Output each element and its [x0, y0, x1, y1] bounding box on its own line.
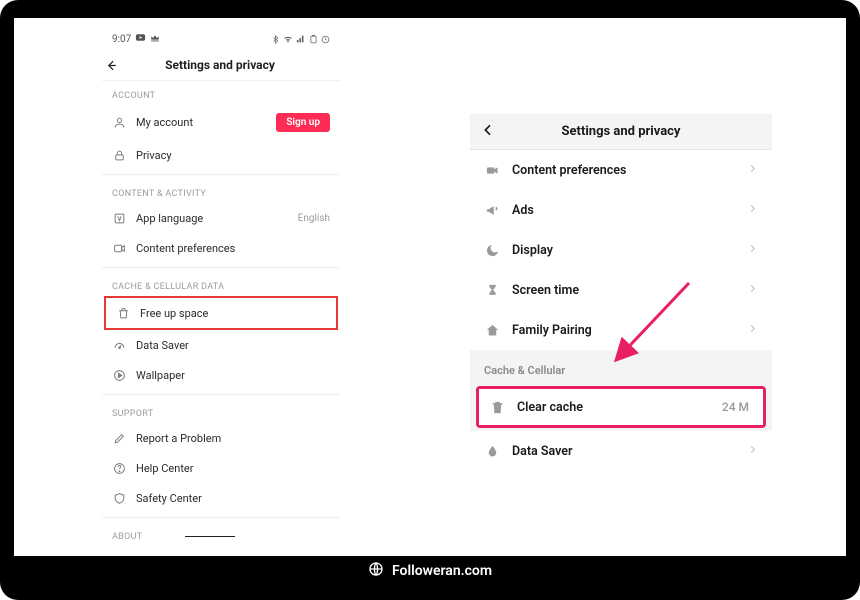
- help-icon: [112, 461, 126, 475]
- page-title: Settings and privacy: [110, 58, 330, 72]
- chevron-right-icon: [747, 243, 758, 258]
- home-icon: [484, 322, 500, 338]
- status-bar: 9:07: [102, 28, 340, 52]
- safety-center-label: Safety Center: [136, 492, 202, 505]
- play-circle-icon: [112, 368, 126, 382]
- section-cache-label: CACHE & CELLULAR DATA: [102, 272, 340, 296]
- footer-text: Followeran.com: [392, 563, 492, 579]
- youtube-icon: [135, 32, 146, 46]
- my-account-label: My account: [136, 116, 193, 129]
- chevron-right-icon: [747, 444, 758, 459]
- divider: [102, 394, 340, 395]
- water-drop-icon: [484, 443, 500, 459]
- cache-cellular-label: Cache & Cellular: [470, 350, 772, 383]
- content-preferences-row[interactable]: Content preferences: [470, 150, 772, 190]
- free-up-space-label: Free up space: [140, 307, 208, 320]
- wallpaper-row[interactable]: Wallpaper: [102, 360, 340, 390]
- right-page-title: Settings and privacy: [480, 124, 762, 139]
- app-language-value: English: [298, 213, 330, 224]
- display-row[interactable]: Display: [470, 230, 772, 270]
- family-pairing-row[interactable]: Family Pairing: [470, 310, 772, 350]
- report-problem-row[interactable]: Report a Problem: [102, 423, 340, 453]
- screen-time-row[interactable]: Screen time: [470, 270, 772, 310]
- clear-cache-label: Clear cache: [517, 400, 583, 415]
- data-saver-label-right: Data Saver: [512, 444, 573, 459]
- divider: [102, 517, 340, 518]
- divider: [102, 267, 340, 268]
- clear-cache-value: 24 M: [722, 400, 749, 414]
- person-icon: [112, 116, 126, 130]
- video-icon: [112, 241, 126, 255]
- clear-cache-highlight: Clear cache 24 M: [476, 386, 766, 428]
- ads-row[interactable]: Ads: [470, 190, 772, 230]
- footer-watermark: Followeran.com: [14, 556, 846, 586]
- free-up-space-row[interactable]: Free up space: [106, 298, 336, 328]
- section-account-label: ACCOUNT: [102, 81, 340, 105]
- crown-icon: [150, 33, 160, 46]
- home-indicator: [185, 536, 235, 537]
- moon-icon: [484, 242, 500, 258]
- status-left: 9:07: [112, 32, 160, 46]
- trash-icon: [489, 399, 505, 415]
- right-phone-settings: Settings and privacy Content preferences…: [470, 114, 772, 466]
- clock-icon: [321, 35, 330, 44]
- section-support-label: SUPPORT: [102, 399, 340, 423]
- safety-center-row[interactable]: Safety Center: [102, 483, 340, 513]
- pencil-icon: [112, 431, 126, 445]
- content-prefs-label: Content preferences: [136, 242, 235, 255]
- clear-cache-row[interactable]: Clear cache 24 M: [479, 389, 763, 425]
- shield-icon: [112, 491, 126, 505]
- privacy-row[interactable]: Privacy: [102, 140, 340, 170]
- app-language-label: App language: [136, 212, 203, 225]
- screen-time-label: Screen time: [512, 283, 579, 298]
- section-about-label: ABOUT: [102, 522, 340, 546]
- signal-icon: [296, 34, 306, 44]
- camera-icon: [484, 162, 500, 178]
- sign-up-button[interactable]: Sign up: [276, 113, 330, 132]
- language-icon: [112, 211, 126, 225]
- lock-icon: [112, 148, 126, 162]
- chevron-right-icon: [747, 203, 758, 218]
- megaphone-icon: [484, 202, 500, 218]
- divider: [102, 174, 340, 175]
- display-label: Display: [512, 243, 553, 258]
- bluetooth-icon: [271, 35, 280, 44]
- status-time: 9:07: [112, 34, 131, 45]
- globe-icon: [368, 561, 384, 581]
- data-saver-label-left: Data Saver: [136, 339, 189, 352]
- about-text: ABOUT: [112, 532, 142, 542]
- header-row: Settings and privacy: [102, 52, 340, 81]
- trash-icon: [116, 306, 130, 320]
- ads-label: Ads: [512, 203, 534, 218]
- hourglass-icon: [484, 282, 500, 298]
- data-saver-row-right[interactable]: Data Saver: [470, 431, 772, 466]
- content-preferences-label: Content preferences: [512, 163, 626, 178]
- section-content-label: CONTENT & ACTIVITY: [102, 179, 340, 203]
- privacy-label: Privacy: [136, 149, 172, 162]
- gauge-icon: [112, 338, 126, 352]
- status-right: [271, 34, 330, 44]
- family-pairing-label: Family Pairing: [512, 323, 592, 338]
- report-problem-label: Report a Problem: [136, 432, 221, 445]
- free-up-space-highlight: Free up space: [104, 296, 338, 330]
- wifi-icon: [283, 34, 293, 44]
- content-prefs-row[interactable]: Content preferences: [102, 233, 340, 263]
- my-account-row[interactable]: My account Sign up: [102, 105, 340, 140]
- chevron-right-icon: [747, 283, 758, 298]
- data-saver-row-left[interactable]: Data Saver: [102, 330, 340, 360]
- help-center-label: Help Center: [136, 462, 194, 475]
- battery-icon: [309, 35, 318, 44]
- chevron-right-icon: [747, 163, 758, 178]
- wallpaper-label: Wallpaper: [136, 369, 185, 382]
- help-center-row[interactable]: Help Center: [102, 453, 340, 483]
- app-language-row[interactable]: App language English: [102, 203, 340, 233]
- chevron-right-icon: [747, 323, 758, 338]
- right-header: Settings and privacy: [470, 114, 772, 150]
- left-phone-settings: 9:07: [102, 28, 340, 548]
